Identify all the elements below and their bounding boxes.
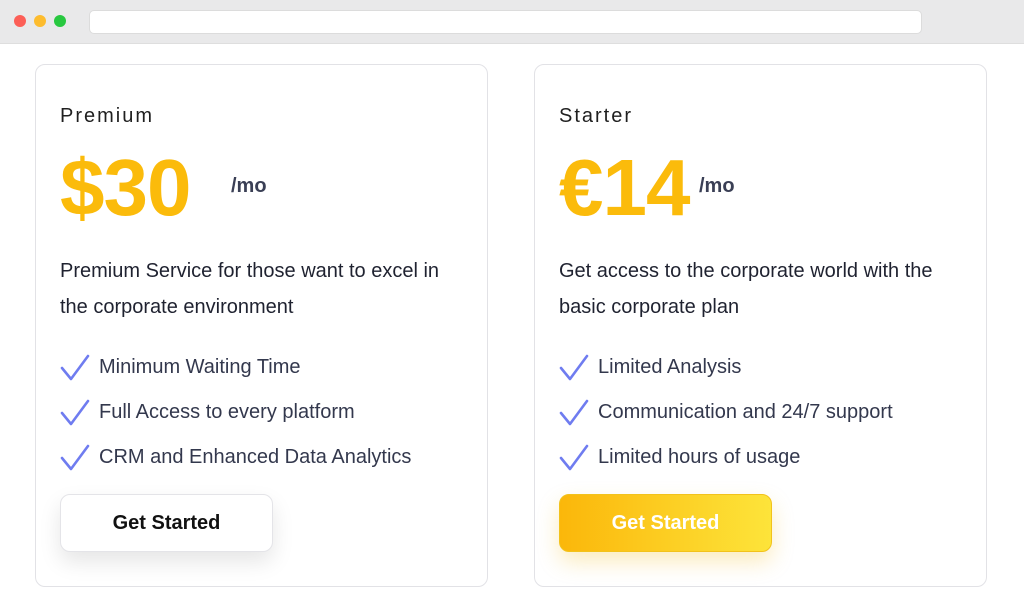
feature-text: Limited Analysis xyxy=(598,356,742,378)
feature-text: Full Access to every platform xyxy=(99,401,355,423)
plan-name: Premium xyxy=(60,105,155,127)
browser-toolbar xyxy=(0,0,1024,44)
feature-item: Limited Analysis xyxy=(559,345,893,390)
get-started-button[interactable]: Get Started xyxy=(559,494,772,552)
feature-item: Limited hours of usage xyxy=(559,435,893,480)
checkmark-icon xyxy=(60,444,90,470)
feature-text: Limited hours of usage xyxy=(598,446,801,468)
close-window-button[interactable] xyxy=(14,15,26,27)
plan-price: $30 xyxy=(60,143,191,232)
address-bar[interactable] xyxy=(89,10,922,34)
plan-description: Premium Service for those want to excel … xyxy=(60,260,440,318)
minimize-window-button[interactable] xyxy=(34,15,46,27)
plan-period: /mo xyxy=(231,175,267,197)
feature-list: Limited Analysis Communication and 24/7 … xyxy=(559,345,893,480)
plan-period: /mo xyxy=(699,175,735,197)
pricing-card-starter: Starter €14 /mo Get access to the corpor… xyxy=(534,64,987,587)
plan-description: Get access to the corporate world with t… xyxy=(559,260,933,318)
feature-text: Minimum Waiting Time xyxy=(99,356,301,378)
get-started-button[interactable]: Get Started xyxy=(60,494,273,552)
feature-text: Communication and 24/7 support xyxy=(598,401,893,423)
checkmark-icon xyxy=(60,399,90,425)
checkmark-icon xyxy=(60,354,90,380)
feature-item: Full Access to every platform xyxy=(60,390,411,435)
feature-item: Communication and 24/7 support xyxy=(559,390,893,435)
feature-list: Minimum Waiting Time Full Access to ever… xyxy=(60,345,411,480)
plan-price: €14 xyxy=(559,143,690,232)
feature-item: Minimum Waiting Time xyxy=(60,345,411,390)
pricing-card-premium: Premium $30 /mo Premium Service for thos… xyxy=(35,64,488,587)
feature-item: CRM and Enhanced Data Analytics xyxy=(60,435,411,480)
checkmark-icon xyxy=(559,354,589,380)
checkmark-icon xyxy=(559,444,589,470)
maximize-window-button[interactable] xyxy=(54,15,66,27)
checkmark-icon xyxy=(559,399,589,425)
feature-text: CRM and Enhanced Data Analytics xyxy=(99,446,412,468)
plan-name: Starter xyxy=(559,105,634,127)
